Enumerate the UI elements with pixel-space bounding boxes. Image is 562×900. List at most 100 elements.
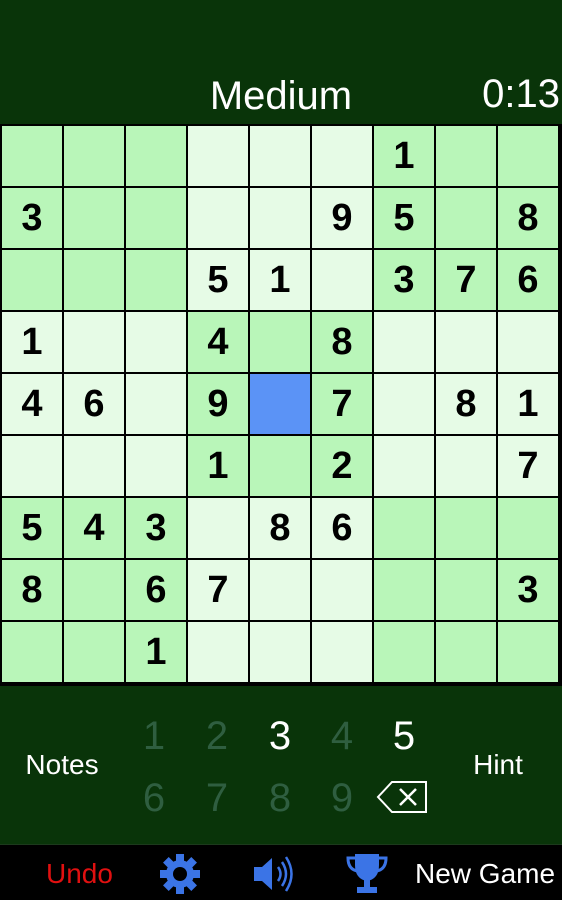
board-cell[interactable]: 2 bbox=[312, 436, 372, 496]
board-cell[interactable]: 1 bbox=[498, 374, 558, 434]
number-button[interactable]: 1 bbox=[124, 708, 184, 764]
board-cell[interactable] bbox=[374, 622, 434, 682]
board-cell[interactable]: 5 bbox=[374, 188, 434, 248]
board-cell[interactable]: 4 bbox=[188, 312, 248, 372]
board-cell[interactable]: 9 bbox=[188, 374, 248, 434]
board-cell[interactable]: 1 bbox=[2, 312, 62, 372]
board-cell[interactable]: 1 bbox=[250, 250, 310, 310]
board-cell[interactable] bbox=[2, 126, 62, 186]
number-button[interactable]: 5 bbox=[374, 708, 434, 764]
board-cell[interactable]: 6 bbox=[64, 374, 124, 434]
number-button[interactable]: 7 bbox=[187, 770, 247, 826]
board-cell[interactable]: 8 bbox=[250, 498, 310, 558]
board-cell[interactable] bbox=[64, 250, 124, 310]
board-cell[interactable] bbox=[250, 126, 310, 186]
board-cell[interactable]: 4 bbox=[2, 374, 62, 434]
board-cell[interactable]: 7 bbox=[498, 436, 558, 496]
board-cell[interactable]: 5 bbox=[2, 498, 62, 558]
board-cell[interactable] bbox=[436, 126, 496, 186]
board-cell[interactable] bbox=[436, 498, 496, 558]
board-cell[interactable]: 3 bbox=[2, 188, 62, 248]
board-cell[interactable]: 3 bbox=[498, 560, 558, 620]
board-cell[interactable] bbox=[436, 560, 496, 620]
cell-digit: 8 bbox=[455, 382, 477, 425]
number-button[interactable]: 9 bbox=[312, 770, 372, 826]
board-cell[interactable] bbox=[498, 498, 558, 558]
board-cell[interactable] bbox=[498, 622, 558, 682]
board-cell[interactable]: 9 bbox=[312, 188, 372, 248]
number-button[interactable]: 8 bbox=[250, 770, 310, 826]
board-cell[interactable] bbox=[374, 436, 434, 496]
board-cell[interactable] bbox=[374, 560, 434, 620]
undo-button[interactable]: Undo bbox=[46, 857, 113, 891]
number-button[interactable]: 2 bbox=[187, 708, 247, 764]
hint-button[interactable]: Hint bbox=[448, 748, 548, 782]
speaker-icon[interactable] bbox=[250, 852, 298, 896]
board-cell[interactable] bbox=[126, 250, 186, 310]
board-cell[interactable] bbox=[312, 560, 372, 620]
board-cell[interactable] bbox=[64, 312, 124, 372]
board-cell[interactable] bbox=[126, 312, 186, 372]
board-cell[interactable] bbox=[250, 436, 310, 496]
board-cell[interactable] bbox=[64, 622, 124, 682]
board-cell[interactable] bbox=[436, 622, 496, 682]
gear-icon[interactable] bbox=[158, 852, 202, 896]
board-cell[interactable] bbox=[250, 374, 310, 434]
board-cell[interactable] bbox=[64, 188, 124, 248]
board-cell[interactable] bbox=[250, 312, 310, 372]
new-game-button[interactable]: New Game bbox=[415, 857, 555, 891]
backspace-icon[interactable] bbox=[374, 774, 432, 820]
board-cell[interactable]: 6 bbox=[312, 498, 372, 558]
board-cell[interactable] bbox=[374, 498, 434, 558]
board-cell[interactable] bbox=[64, 126, 124, 186]
board-cell[interactable]: 8 bbox=[2, 560, 62, 620]
number-button[interactable]: 3 bbox=[250, 708, 310, 764]
board-cell[interactable]: 6 bbox=[498, 250, 558, 310]
board-cell[interactable]: 3 bbox=[374, 250, 434, 310]
board-cell[interactable]: 1 bbox=[126, 622, 186, 682]
board-cell[interactable]: 1 bbox=[188, 436, 248, 496]
board-cell[interactable]: 1 bbox=[374, 126, 434, 186]
board-cell[interactable]: 5 bbox=[188, 250, 248, 310]
board-cell[interactable] bbox=[2, 436, 62, 496]
board-cell[interactable] bbox=[188, 126, 248, 186]
board-cell[interactable] bbox=[2, 250, 62, 310]
board-cell[interactable] bbox=[312, 126, 372, 186]
board-cell[interactable] bbox=[126, 374, 186, 434]
board-cell[interactable] bbox=[374, 374, 434, 434]
board-cell[interactable] bbox=[436, 312, 496, 372]
board-cell[interactable] bbox=[250, 622, 310, 682]
board-cell[interactable]: 4 bbox=[64, 498, 124, 558]
board-cell[interactable]: 7 bbox=[436, 250, 496, 310]
sudoku-board: 13958513761484697811275438686731 bbox=[0, 124, 562, 686]
board-cell[interactable]: 3 bbox=[126, 498, 186, 558]
board-cell[interactable] bbox=[126, 188, 186, 248]
board-cell[interactable] bbox=[436, 188, 496, 248]
board-cell[interactable]: 6 bbox=[126, 560, 186, 620]
number-button[interactable]: 6 bbox=[124, 770, 184, 826]
board-cell[interactable] bbox=[312, 250, 372, 310]
board-cell[interactable] bbox=[188, 498, 248, 558]
board-cell[interactable] bbox=[250, 560, 310, 620]
board-cell[interactable] bbox=[64, 560, 124, 620]
board-cell[interactable] bbox=[126, 126, 186, 186]
notes-button[interactable]: Notes bbox=[12, 748, 112, 782]
board-cell[interactable]: 7 bbox=[188, 560, 248, 620]
board-cell[interactable] bbox=[188, 188, 248, 248]
board-cell[interactable] bbox=[498, 312, 558, 372]
board-cell[interactable] bbox=[250, 188, 310, 248]
board-cell[interactable]: 8 bbox=[436, 374, 496, 434]
board-cell[interactable] bbox=[498, 126, 558, 186]
board-cell[interactable]: 8 bbox=[312, 312, 372, 372]
board-cell[interactable] bbox=[188, 622, 248, 682]
board-cell[interactable] bbox=[374, 312, 434, 372]
board-cell[interactable] bbox=[436, 436, 496, 496]
board-cell[interactable]: 7 bbox=[312, 374, 372, 434]
board-cell[interactable]: 8 bbox=[498, 188, 558, 248]
number-button[interactable]: 4 bbox=[312, 708, 372, 764]
board-cell[interactable] bbox=[126, 436, 186, 496]
board-cell[interactable] bbox=[2, 622, 62, 682]
board-cell[interactable] bbox=[64, 436, 124, 496]
board-cell[interactable] bbox=[312, 622, 372, 682]
trophy-icon[interactable] bbox=[344, 851, 390, 897]
